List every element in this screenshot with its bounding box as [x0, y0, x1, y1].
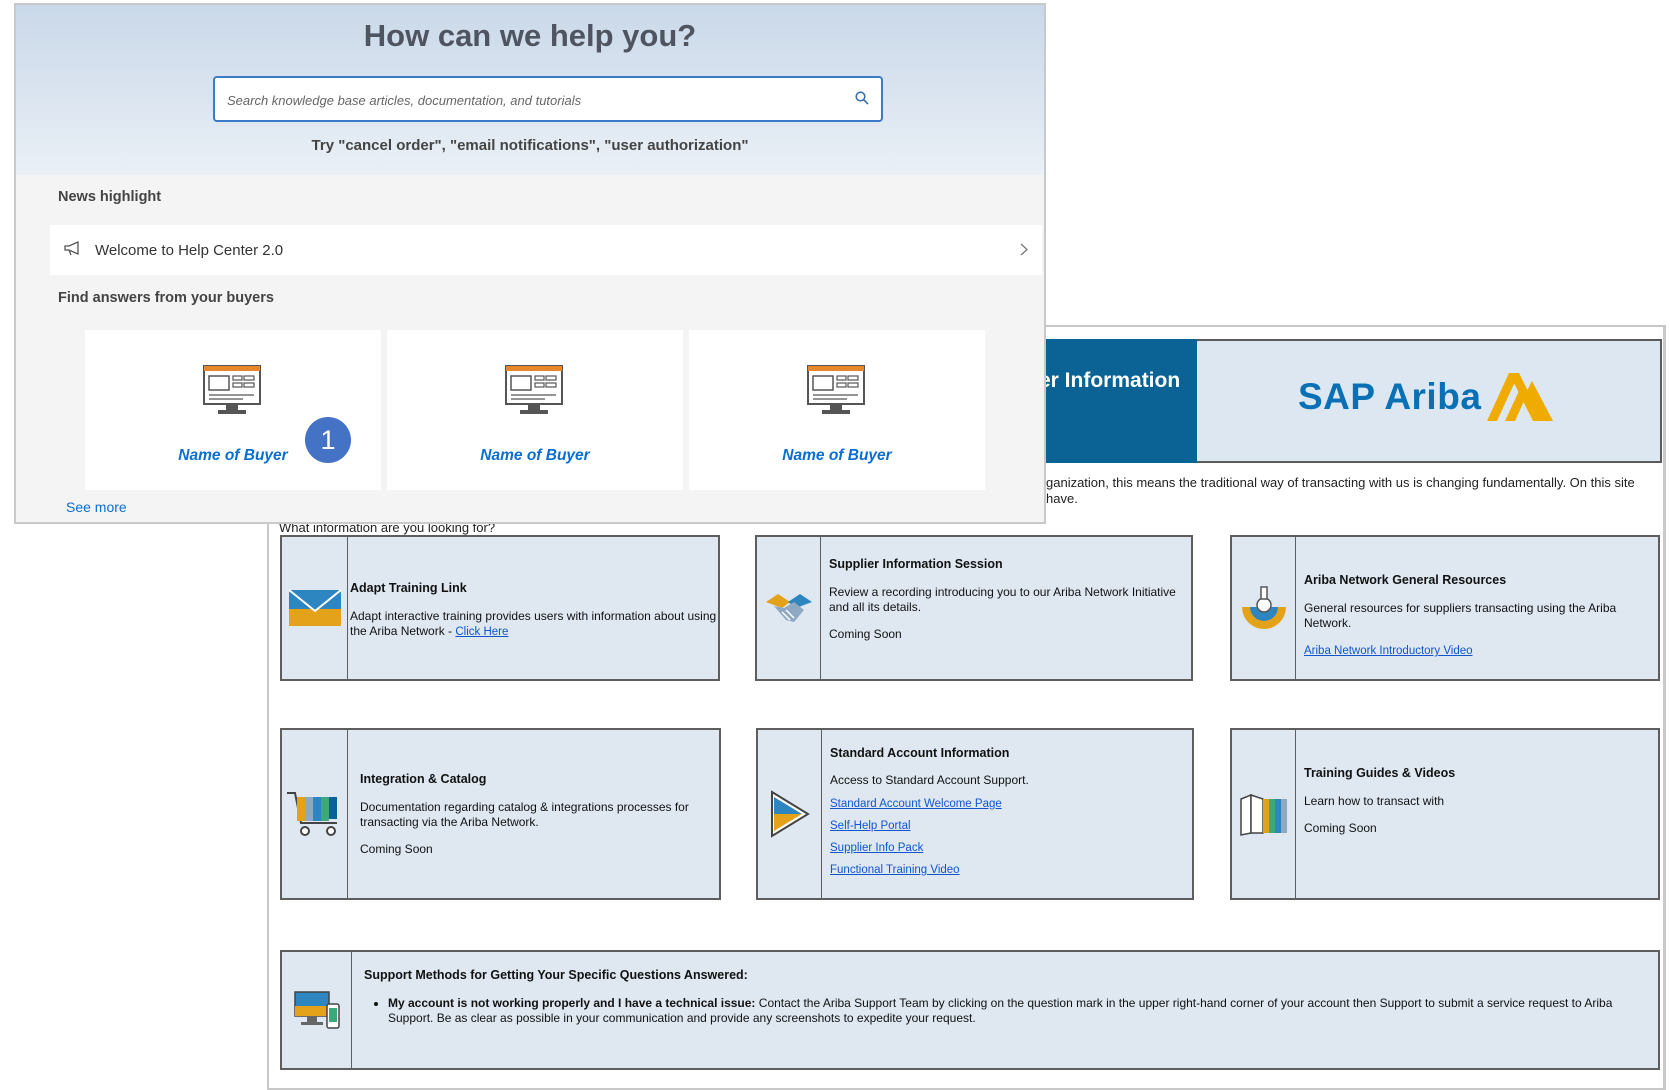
standard-account-cell: Standard Account Information Access to S…	[756, 728, 1194, 900]
buyer-card[interactable]: Name of Buyer	[689, 330, 985, 490]
support-list-item: My account is not working properly and I…	[388, 996, 1654, 1026]
training-guides-cell: Training Guides & Videos Learn how to tr…	[1230, 728, 1660, 900]
integration-catalog-text: Integration & Catalog Documentation rega…	[360, 730, 715, 898]
logo-area: SAP Ariba 2	[1197, 339, 1662, 463]
cell-description: General resources for suppliers transact…	[1304, 601, 1617, 630]
adapt-training-cell: Adapt Training Link Adapt interactive tr…	[280, 535, 720, 681]
envelope-icon	[282, 537, 348, 679]
logo-text: SAP Ariba	[1298, 376, 1482, 417]
banner-title: er Information	[1039, 369, 1181, 392]
cell-description: Adapt interactive training provides user…	[350, 609, 717, 638]
support-list: My account is not working properly and I…	[364, 996, 1654, 1026]
resource-row-1: Adapt Training Link Adapt interactive tr…	[280, 535, 1660, 681]
callout-badge-1: 1	[305, 417, 351, 463]
supplier-info-pack-link[interactable]: Supplier Info Pack	[830, 842, 1190, 854]
lightbulb-icon	[1232, 537, 1296, 679]
shopping-cart-icon	[282, 730, 348, 898]
coming-soon-text: Coming Soon	[829, 627, 902, 641]
play-icon	[758, 730, 822, 898]
cell-description: Learn how to transact with	[1304, 794, 1445, 808]
search-suggestions: Try "cancel order", "email notifications…	[311, 137, 749, 154]
cell-title: Training Guides & Videos	[1304, 766, 1456, 780]
see-more-link[interactable]: See more	[66, 499, 127, 515]
help-center-panel: How can we help you? Try "cancel order",…	[14, 3, 1046, 524]
standard-account-welcome-link[interactable]: Standard Account Welcome Page	[830, 798, 1190, 810]
news-title: Welcome to Help Center 2.0	[95, 242, 284, 259]
supplier-session-cell: Supplier Information Session Review a re…	[755, 535, 1193, 681]
news-item[interactable]: Welcome to Help Center 2.0	[50, 225, 1042, 275]
news-heading: News highlight	[58, 189, 162, 205]
introductory-video-link[interactable]: Ariba Network Introductory Video	[1304, 645, 1473, 657]
support-methods-cell: Support Methods for Getting Your Specifi…	[280, 950, 1660, 1070]
resource-row-2: Integration & Catalog Documentation rega…	[280, 728, 1660, 900]
integration-catalog-cell: Integration & Catalog Documentation rega…	[280, 728, 721, 900]
search-box[interactable]	[213, 76, 883, 122]
buyer-card[interactable]: Name of Buyer	[85, 330, 381, 490]
cell-description: Documentation regarding catalog & integr…	[360, 800, 689, 829]
functional-training-video-link[interactable]: Functional Training Video	[830, 864, 1190, 876]
handshake-icon	[757, 537, 821, 679]
buyer-card[interactable]: Name of Buyer	[387, 330, 683, 490]
cell-description: Access to Standard Account Support.	[830, 773, 1029, 787]
click-here-link[interactable]: Click Here	[455, 626, 508, 638]
support-title: Support Methods for Getting Your Specifi…	[364, 968, 748, 982]
help-heading: How can we help you?	[363, 18, 697, 53]
book-icon	[1232, 730, 1296, 898]
monitor-icon	[807, 365, 865, 414]
buyers-heading: Find answers from your buyers	[58, 290, 274, 306]
self-help-portal-link[interactable]: Self-Help Portal	[830, 820, 1190, 832]
monitor-icon	[203, 365, 261, 414]
cell-title: Ariba Network General Resources	[1304, 573, 1507, 587]
devices-icon	[282, 952, 352, 1068]
supplier-session-text: Supplier Information Session Review a re…	[829, 537, 1189, 679]
help-hero: How can we help you? Try "cancel order",…	[16, 5, 1044, 175]
monitor-icon	[505, 365, 563, 414]
buyer-name: Name of Buyer	[782, 447, 892, 464]
support-item-bold: My account is not working properly and I…	[388, 996, 756, 1010]
cell-title: Standard Account Information	[830, 746, 1010, 760]
training-guides-text: Training Guides & Videos Learn how to tr…	[1304, 730, 1654, 898]
support-row: Support Methods for Getting Your Specifi…	[280, 950, 1660, 1070]
standard-account-text: Standard Account Information Access to S…	[830, 730, 1190, 898]
general-resources-cell: Ariba Network General Resources General …	[1230, 535, 1660, 681]
chevron-right-icon	[1020, 243, 1028, 256]
cell-description: Review a recording introducing you to ou…	[829, 585, 1176, 614]
general-resources-text: Ariba Network General Resources General …	[1304, 537, 1654, 679]
coming-soon-text: Coming Soon	[360, 842, 433, 856]
adapt-training-text: Adapt Training Link Adapt interactive tr…	[350, 537, 718, 679]
buyer-name: Name of Buyer	[480, 447, 590, 464]
cell-title: Supplier Information Session	[829, 557, 1003, 571]
coming-soon-text: Coming Soon	[1304, 821, 1377, 835]
megaphone-icon	[64, 241, 79, 256]
ariba-logo-mark-icon	[1487, 373, 1554, 421]
search-icon[interactable]	[855, 91, 869, 105]
cell-title: Integration & Catalog	[360, 772, 487, 786]
support-methods-text: Support Methods for Getting Your Specifi…	[364, 952, 1654, 1068]
search-input[interactable]	[225, 86, 829, 114]
sap-ariba-logo: SAP Ariba	[1298, 371, 1554, 423]
cell-title: Adapt Training Link	[350, 581, 467, 595]
